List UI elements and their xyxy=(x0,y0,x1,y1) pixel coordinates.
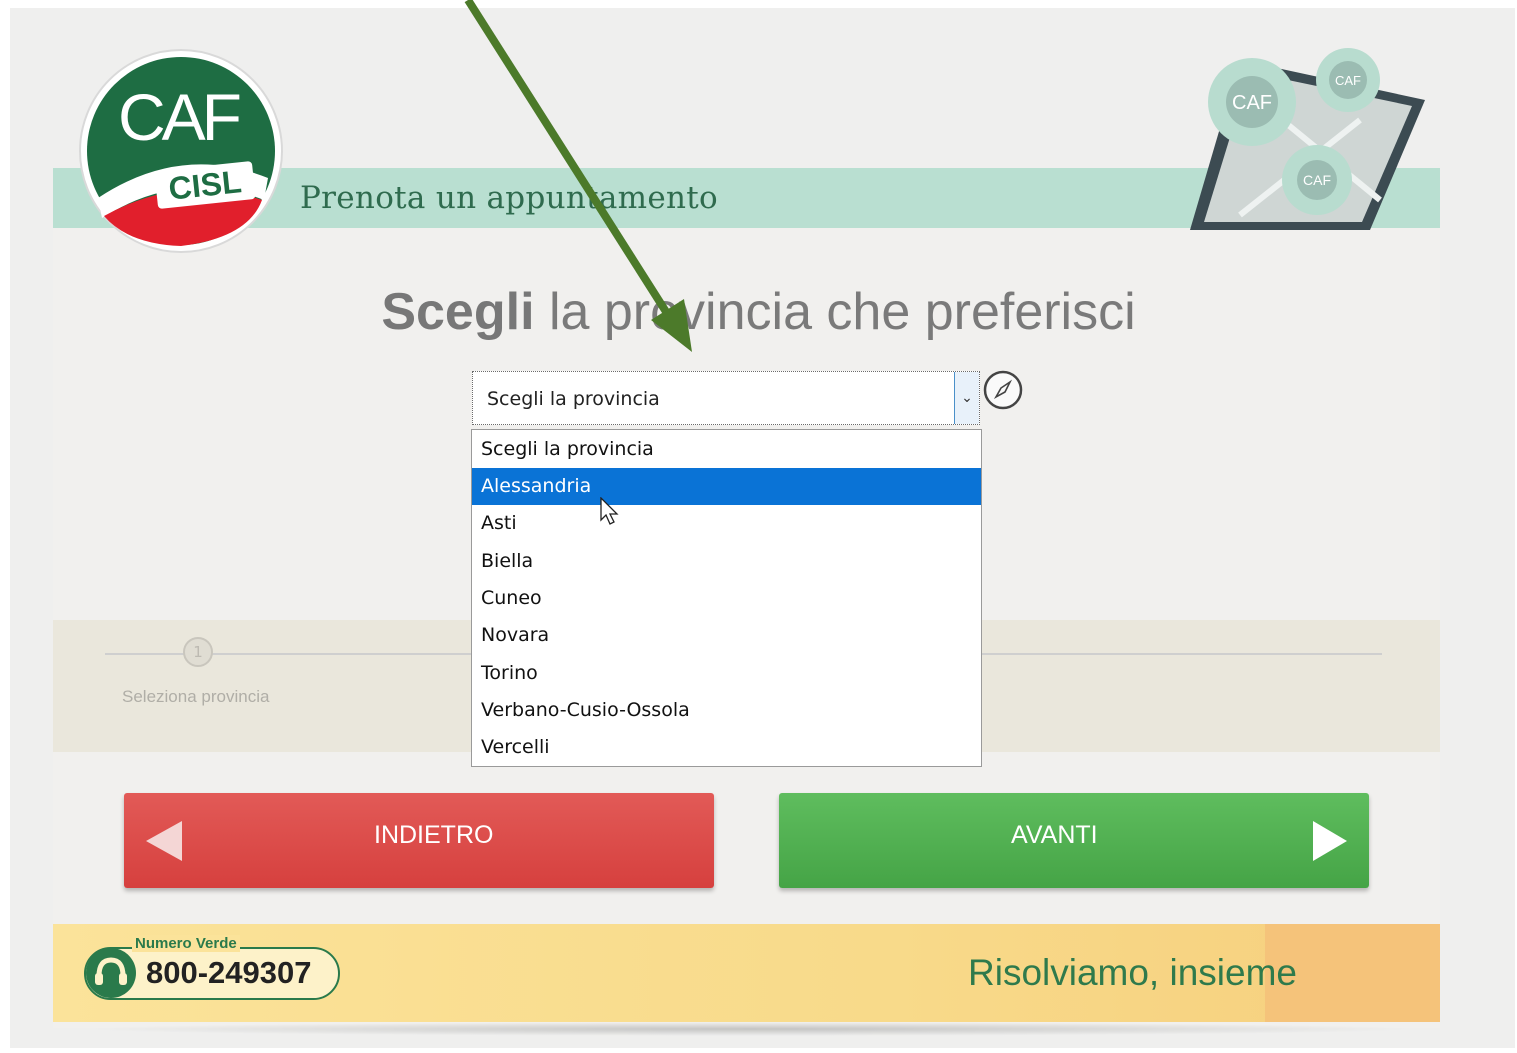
logo-cisl-text: CISL xyxy=(167,163,243,206)
dropdown-option[interactable]: Biella xyxy=(472,543,981,580)
province-select-value: Scegli la provincia xyxy=(487,388,660,410)
dropdown-option[interactable]: Verbano-Cusio-Ossola xyxy=(472,692,981,729)
dropdown-option[interactable]: Novara xyxy=(472,617,981,654)
arrow-left-icon xyxy=(146,821,182,861)
numero-verde-phone: 800-249307 xyxy=(146,955,312,990)
svg-text:CAF: CAF xyxy=(1232,92,1272,114)
numero-verde-label: Numero Verde xyxy=(132,935,240,952)
footer-shadow xyxy=(80,1022,1420,1036)
dropdown-option[interactable]: Torino xyxy=(472,655,981,692)
dropdown-option[interactable]: Asti xyxy=(472,505,981,542)
dropdown-option[interactable]: Vercelli xyxy=(472,729,981,766)
svg-text:CAF: CAF xyxy=(1335,73,1361,88)
logo-caf-text: CAF xyxy=(118,80,240,154)
heading-rest: la provincia che preferisci xyxy=(534,283,1136,341)
step-label: Seleziona provincia xyxy=(122,687,270,706)
back-button[interactable]: INDIETRO xyxy=(124,793,714,888)
back-button-label: INDIETRO xyxy=(374,821,494,849)
province-select[interactable]: Scegli la provincia ⌄ xyxy=(472,371,980,425)
next-button[interactable]: AVANTI xyxy=(779,793,1369,888)
arrow-right-icon xyxy=(1313,821,1347,861)
svg-text:CAF: CAF xyxy=(1303,172,1331,188)
province-dropdown-list: Scegli la provincia Alessandria Asti Bie… xyxy=(471,429,982,767)
map-pin-icon: CAF xyxy=(1316,48,1380,112)
step-indicator: 1 xyxy=(183,637,213,667)
chevron-down-icon[interactable]: ⌄ xyxy=(954,372,979,424)
next-button-label: AVANTI xyxy=(1011,821,1098,849)
dropdown-option[interactable]: Scegli la provincia xyxy=(472,431,981,468)
caf-cisl-logo[interactable]: CAF CISL xyxy=(78,48,284,254)
footer-slogan: Risolviamo, insieme xyxy=(968,952,1297,993)
section-heading: Scegli la provincia che preferisci xyxy=(0,282,1517,342)
headset-phone-icon xyxy=(86,948,136,998)
map-pin-icon: CAF xyxy=(1282,145,1352,215)
mouse-cursor-icon xyxy=(600,497,619,525)
map-pins-illustration: CAF CAF CAF xyxy=(1190,48,1425,230)
dropdown-option[interactable]: Cuneo xyxy=(472,580,981,617)
map-pin-icon: CAF xyxy=(1208,58,1296,146)
page-title: Prenota un appuntamento xyxy=(300,180,718,216)
dropdown-option-highlighted[interactable]: Alessandria xyxy=(472,468,981,505)
heading-bold: Scegli xyxy=(381,283,535,341)
compass-icon[interactable] xyxy=(983,370,1023,410)
